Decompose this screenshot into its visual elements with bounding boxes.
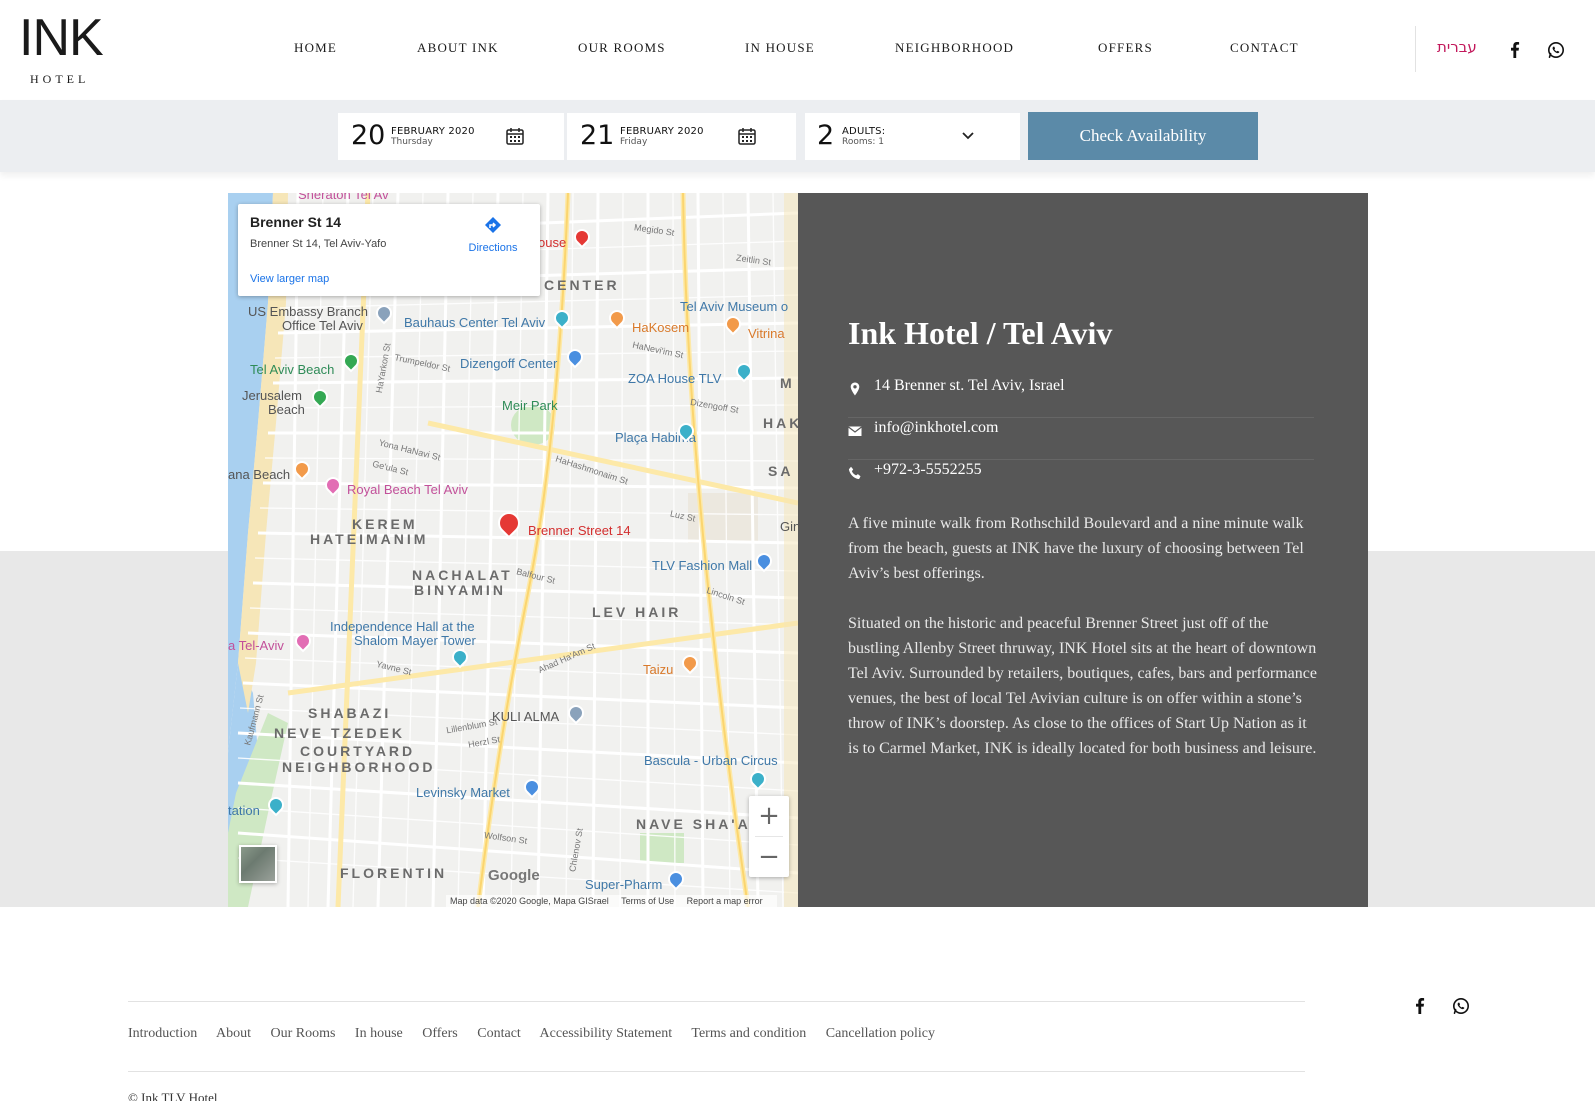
google-logo: Google [488,867,540,884]
booking-bar: 20 FEBRUARY 2020 Thursday 21 FEBRUARY 20… [0,100,1595,172]
phone-row: +972-3-5552255 [848,461,1314,502]
directions-icon [485,217,501,233]
nav-item-home[interactable]: HOME [294,40,337,56]
hotel-email[interactable]: info@inkhotel.com [874,419,999,437]
map-place-card: Brenner St 14 Brenner St 14, Tel Aviv-Ya… [238,204,540,296]
footer-link-introduction[interactable]: Introduction [128,1026,197,1041]
zoom-in-button[interactable]: + [749,796,789,836]
place-title: Brenner St 14 [250,214,342,230]
checkin-day: 20 [351,120,386,151]
calendar-icon [737,126,757,146]
hotel-title: Ink Hotel / Tel Aviv [848,315,1113,351]
directions-label: Directions [468,242,518,254]
description-paragraph-2: Situated on the historic and peaceful Br… [848,615,1317,757]
checkout-month: FEBRUARY 2020 [620,126,704,137]
adults-label: ADULTS: [842,126,886,137]
footer-divider-bottom [128,1071,1305,1072]
guests-selector[interactable]: 2 ADULTS: Rooms: 1 [805,113,1020,160]
checkout-day: 21 [580,120,615,151]
rooms-label: Rooms: 1 [842,137,884,147]
checkin-weekday: Thursday [391,137,433,147]
footer-link-terms[interactable]: Terms and condition [691,1026,806,1041]
nav-item-rooms[interactable]: OUR ROOMS [578,40,666,56]
address-row: 14 Brenner st. Tel Aviv, Israel [848,377,1314,418]
whatsapp-icon[interactable] [1451,996,1471,1016]
phone-icon [848,465,862,480]
logo-word: INK [19,9,104,67]
terms-of-use-link[interactable]: Terms of Use [621,896,674,906]
nav-item-in-house[interactable]: IN HOUSE [745,40,815,56]
facebook-icon[interactable] [1505,40,1525,60]
map-attribution-bar: Map data ©2020 Google, Mapa GISrael Term… [446,895,777,907]
site-header: INK HOTEL HOME ABOUT INK OUR ROOMS IN HO… [0,0,1595,100]
checkin-month: FEBRUARY 2020 [391,126,475,137]
report-map-error-link[interactable]: Report a map error [687,896,763,906]
footer-divider-top [128,1001,1305,1002]
nav-item-neighborhood[interactable]: NEIGHBORHOOD [895,40,1014,56]
description-paragraph-1: A five minute walk from Rothschild Boule… [848,515,1304,582]
checkout-date-picker[interactable]: 21 FEBRUARY 2020 Friday [567,113,796,160]
calendar-icon [505,126,525,146]
hotel-address: 14 Brenner st. Tel Aviv, Israel [874,377,1065,394]
facebook-icon[interactable] [1410,996,1430,1016]
checkin-date-picker[interactable]: 20 FEBRUARY 2020 Thursday [338,113,564,160]
footer-link-offers[interactable]: Offers [422,1026,458,1041]
directions-button[interactable]: Directions [458,216,528,254]
zoom-out-button[interactable]: − [749,837,789,877]
hotel-logo[interactable]: INK HOTEL [19,9,104,86]
satellite-toggle[interactable] [239,845,277,883]
map-data-attribution: Map data ©2020 Google, Mapa GISrael [450,896,609,906]
nav-item-offers[interactable]: OFFERS [1098,40,1153,56]
footer-link-about[interactable]: About [216,1026,251,1041]
view-larger-map-link[interactable]: View larger map [250,273,329,285]
whatsapp-icon[interactable] [1546,40,1566,60]
hotel-phone[interactable]: +972-3-5552255 [874,461,982,479]
adults-count: 2 [817,120,835,151]
footer-link-contact[interactable]: Contact [477,1026,521,1041]
chevron-down-icon [960,127,976,143]
footer-nav: Introduction About Our Rooms In house Of… [128,1026,951,1042]
footer-link-cancellation[interactable]: Cancellation policy [826,1026,935,1041]
hotel-info-panel: Ink Hotel / Tel Aviv 14 Brenner st. Tel … [798,193,1368,907]
map-zoom-control: + − [749,796,789,877]
map-base [228,193,798,907]
footer-link-accessibility[interactable]: Accessibility Statement [540,1026,673,1041]
nav-item-about[interactable]: ABOUT INK [417,40,499,56]
email-row: info@inkhotel.com [848,419,1314,460]
language-switch[interactable]: עברית [1437,38,1477,56]
footer-link-our-rooms[interactable]: Our Rooms [270,1026,335,1041]
logo-subtitle: HOTEL [30,72,90,86]
footer-copyright: © Ink TLV Hotel [128,1090,218,1101]
checkout-weekday: Friday [620,137,648,147]
google-map[interactable]: CENTER KEREM HATEIMANIM NACHALAT BINYAMI… [228,193,798,907]
footer-link-in-house[interactable]: In house [355,1026,403,1041]
place-address: Brenner St 14, Tel Aviv-Yafo [250,238,387,250]
header-divider [1415,26,1416,72]
check-availability-button[interactable]: Check Availability [1028,112,1258,160]
envelope-icon [848,423,862,437]
map-marker-icon [848,381,862,396]
nav-item-contact[interactable]: CONTACT [1230,40,1299,56]
